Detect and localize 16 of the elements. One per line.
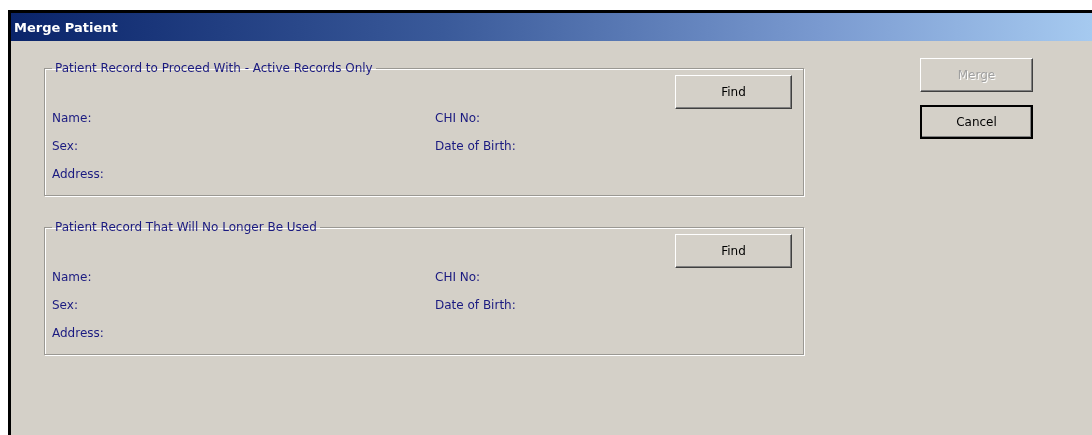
field-label: Date of Birth: (435, 298, 517, 312)
field-label: Sex: (52, 298, 79, 312)
window-title: Merge Patient (14, 19, 118, 35)
group-title: Patient Record That Will No Longer Be Used (54, 220, 318, 234)
find-button[interactable]: Find (675, 75, 792, 109)
field-label: Date of Birth: (435, 139, 517, 153)
field-label: CHI No: (435, 270, 482, 284)
group-title: Patient Record to Proceed With - Active Records Only (54, 61, 374, 75)
field-label: Name: (52, 270, 93, 284)
dialog-button[interactable]: Cancel (920, 105, 1033, 139)
field-label: Sex: (52, 139, 79, 153)
field-label: Address: (52, 326, 105, 340)
find-button[interactable]: Find (675, 234, 792, 268)
field-label: Address: (52, 167, 105, 181)
field-label: Name: (52, 111, 93, 125)
field-label: CHI No: (435, 111, 482, 125)
